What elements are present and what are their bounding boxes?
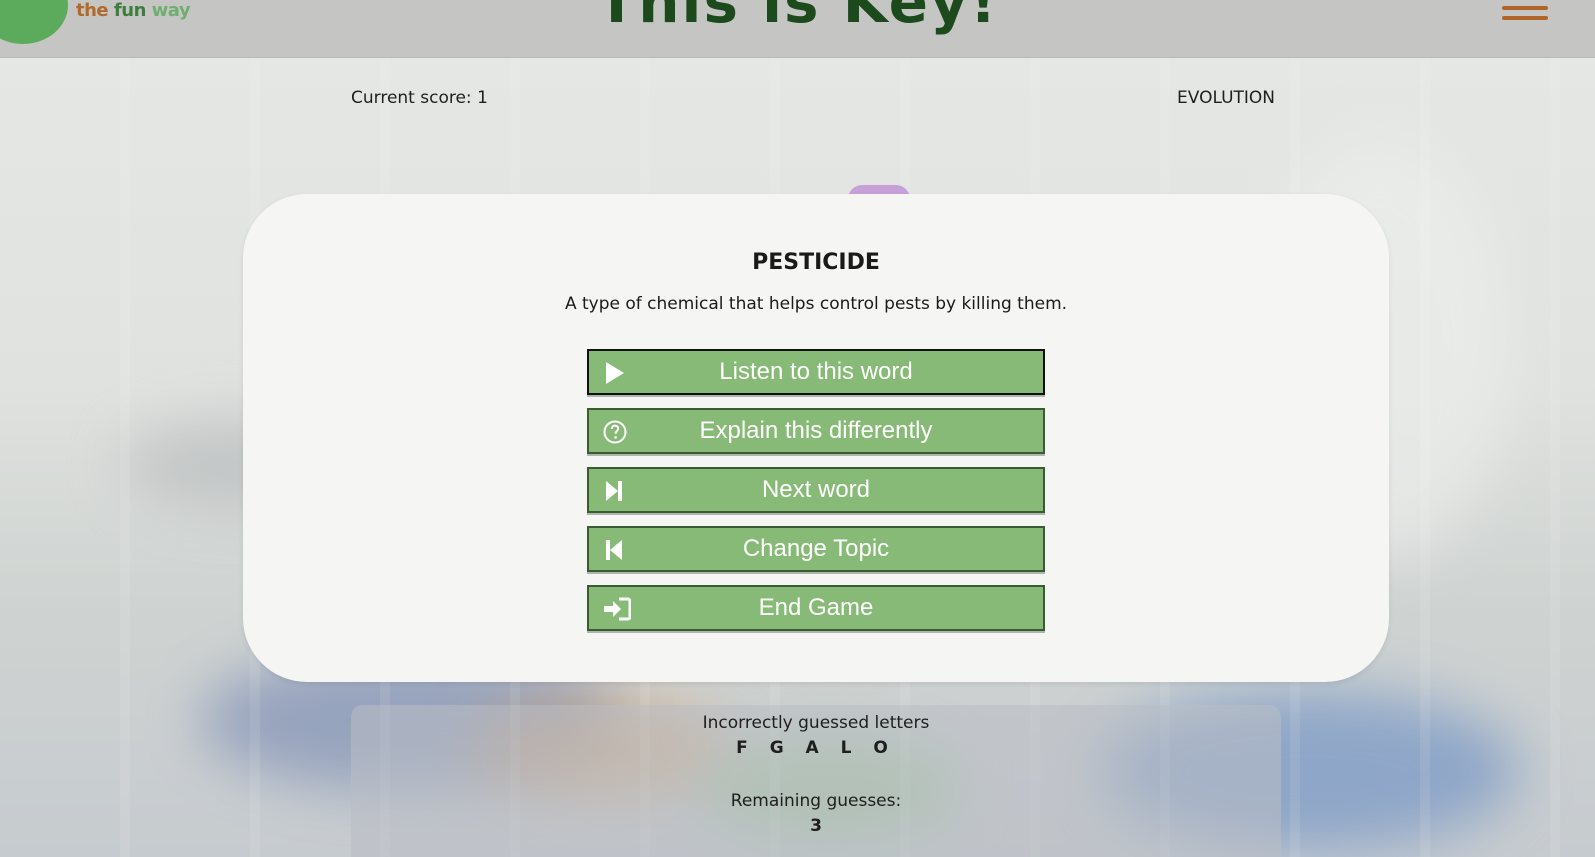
change-topic-button-label: Change Topic <box>742 535 890 562</box>
remaining-guesses-count: 3 <box>810 816 822 836</box>
explain-button[interactable]: Explain this differently <box>587 408 1045 454</box>
word-card: PESTICIDE A type of chemical that helps … <box>243 194 1389 682</box>
hamburger-menu-icon[interactable] <box>1502 0 1548 24</box>
end-game-button-label: End Game <box>758 594 874 621</box>
sign-in-arrow-icon <box>604 597 631 621</box>
listen-button-label: Listen to this word <box>719 358 913 385</box>
site-header: the fun way This is Key! <box>0 0 1595 58</box>
listen-button[interactable]: Listen to this word <box>587 349 1045 395</box>
remaining-guesses-label: Remaining guesses: <box>730 791 902 811</box>
incorrect-letters-label: Incorrectly guessed letters <box>702 713 930 733</box>
play-icon <box>606 362 624 384</box>
next-word-button[interactable]: Next word <box>587 467 1045 513</box>
skip-back-icon <box>606 540 622 560</box>
word-title: PESTICIDE <box>752 250 880 275</box>
word-definition: A type of chemical that helps control pe… <box>564 294 1068 314</box>
question-circle-icon <box>603 420 627 444</box>
current-topic: EVOLUTION <box>1177 88 1276 108</box>
incorrect-letters: F G A L O <box>736 738 896 758</box>
current-score: Current score: 1 <box>351 88 488 108</box>
change-topic-button[interactable]: Change Topic <box>587 526 1045 572</box>
next-word-button-label: Next word <box>761 476 871 503</box>
skip-forward-icon <box>606 481 622 501</box>
end-game-button[interactable]: End Game <box>587 585 1045 631</box>
explain-button-label: Explain this differently <box>699 417 933 444</box>
guesses-panel: Incorrectly guessed letters F G A L O Re… <box>351 705 1281 857</box>
page-title: This is Key! <box>596 0 999 36</box>
